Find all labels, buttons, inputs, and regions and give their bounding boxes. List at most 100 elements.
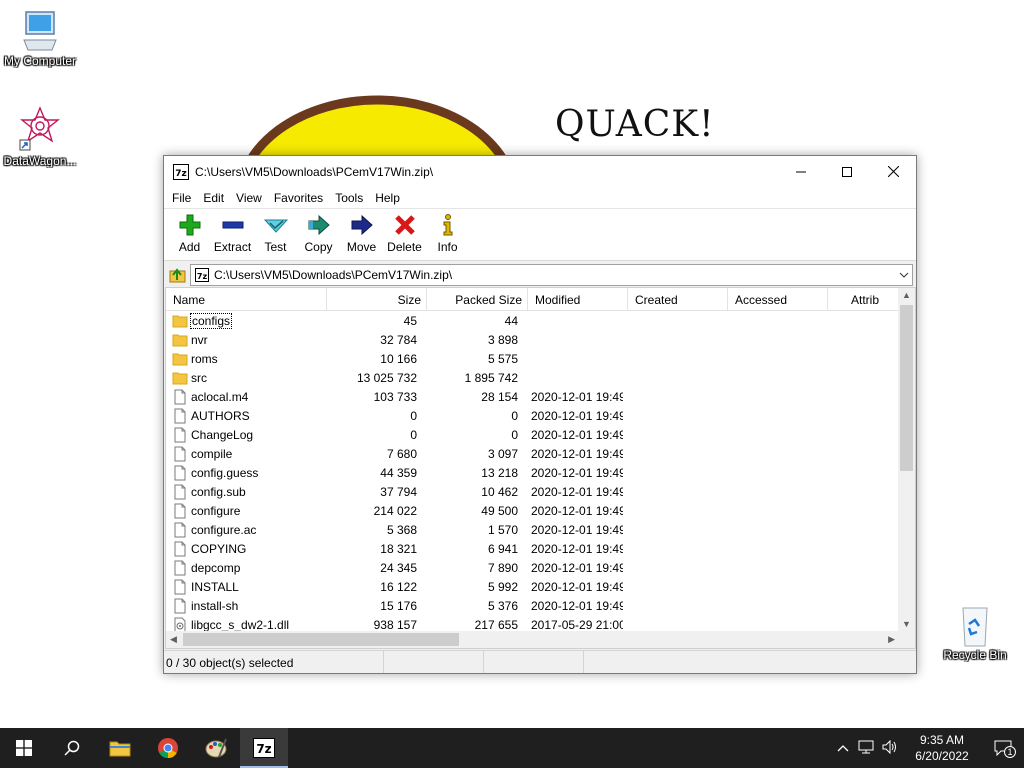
cell-name: config.guess: [166, 465, 326, 481]
chevron-down-icon[interactable]: [898, 269, 910, 281]
table-row[interactable]: aclocal.m4 103 733 28 154 2020-12-01 19:49: [166, 387, 899, 406]
move-button[interactable]: Move: [340, 213, 383, 254]
close-icon: [887, 166, 899, 177]
volume-icon[interactable]: [878, 739, 902, 757]
clock[interactable]: 9:35 AM 6/20/2022: [902, 732, 982, 764]
table-row[interactable]: AUTHORS 0 0 2020-12-01 19:49: [166, 406, 899, 425]
cell-packed-size: 217 655: [474, 617, 518, 632]
table-row[interactable]: src 13 025 732 1 895 742: [166, 368, 899, 387]
column-accessed[interactable]: Accessed: [728, 288, 828, 311]
column-size[interactable]: Size: [327, 288, 427, 311]
cell-name: COPYING: [166, 541, 326, 557]
cell-size: 18 321: [380, 541, 417, 556]
horizontal-scrollbar[interactable]: ◀ ▶: [166, 631, 899, 648]
table-row[interactable]: INSTALL 16 122 5 992 2020-12-01 19:49: [166, 577, 899, 596]
file-name: configs: [189, 312, 233, 329]
desktop-icon-datawagon[interactable]: DataWagon...: [0, 106, 80, 168]
copy-arrow-icon: [308, 214, 330, 236]
cell-modified: 2020-12-01 19:49: [531, 598, 623, 613]
copy-button[interactable]: Copy: [297, 213, 340, 254]
vertical-scroll-thumb[interactable]: [900, 305, 913, 471]
menu-view[interactable]: View: [230, 191, 268, 205]
taskbar-paint[interactable]: [192, 728, 240, 768]
desktop-icon-my-computer[interactable]: My Computer: [0, 10, 80, 68]
table-row[interactable]: roms 10 166 5 575: [166, 349, 899, 368]
extract-button[interactable]: Extract: [211, 213, 254, 254]
file-list: Name Size Packed Size Modified Created A…: [165, 287, 916, 649]
column-attrib[interactable]: Attrib: [828, 288, 881, 311]
column-name[interactable]: Name: [166, 288, 327, 311]
table-row[interactable]: configs 45 44: [166, 311, 899, 330]
table-row[interactable]: install-sh 15 176 5 376 2020-12-01 19:49: [166, 596, 899, 615]
scroll-up-arrow-icon[interactable]: ▲: [902, 290, 911, 300]
minimize-button[interactable]: [778, 156, 824, 187]
taskbar-7zip[interactable]: 7z: [240, 728, 288, 768]
status-bar: 0 / 30 object(s) selected: [164, 650, 916, 673]
cell-packed-size: 49 500: [481, 503, 518, 518]
folder-icon: [172, 315, 188, 327]
up-folder-button[interactable]: [166, 264, 190, 286]
cell-modified: 2020-12-01 19:49: [531, 560, 623, 575]
vertical-scrollbar[interactable]: ▲ ▼: [898, 288, 915, 631]
file-name: ChangeLog: [191, 427, 254, 442]
file-name: INSTALL: [191, 579, 239, 594]
close-button[interactable]: [870, 156, 916, 187]
search-button[interactable]: [48, 728, 96, 768]
maximize-icon: [842, 166, 852, 177]
scroll-left-arrow-icon[interactable]: ◀: [170, 634, 177, 645]
table-row[interactable]: config.sub 37 794 10 462 2020-12-01 19:49: [166, 482, 899, 501]
table-row[interactable]: COPYING 18 321 6 941 2020-12-01 19:49: [166, 539, 899, 558]
chevron-up-icon[interactable]: [832, 741, 854, 755]
column-packed-size[interactable]: Packed Size: [427, 288, 528, 311]
cell-name: AUTHORS: [166, 408, 326, 424]
taskbar-chrome[interactable]: [144, 728, 192, 768]
start-button[interactable]: [0, 728, 48, 768]
add-label: Add: [178, 240, 201, 254]
folder-icon: [172, 372, 188, 384]
address-field[interactable]: 7z C:\Users\VM5\Downloads\PCemV17Win.zip…: [190, 264, 913, 286]
scrollbar-corner: [898, 631, 915, 648]
table-row[interactable]: nvr 32 784 3 898: [166, 330, 899, 349]
cell-modified: 2020-12-01 19:49: [531, 503, 623, 518]
cell-name: ChangeLog: [166, 427, 326, 443]
table-row[interactable]: compile 7 680 3 097 2020-12-01 19:49: [166, 444, 899, 463]
table-row[interactable]: configure.ac 5 368 1 570 2020-12-01 19:49: [166, 520, 899, 539]
cell-modified: 2020-12-01 19:49: [531, 427, 623, 442]
horizontal-scroll-thumb[interactable]: [183, 633, 459, 646]
up-folder-icon: [169, 268, 186, 283]
delete-button[interactable]: Delete: [383, 213, 426, 254]
desktop-icon-recycle-bin[interactable]: Recycle Bin: [935, 602, 1015, 662]
cell-packed-size: 28 154: [481, 389, 518, 404]
network-icon[interactable]: [854, 740, 878, 757]
add-button[interactable]: Add: [168, 213, 211, 254]
table-row[interactable]: depcomp 24 345 7 890 2020-12-01 19:49: [166, 558, 899, 577]
clock-date: 6/20/2022: [915, 749, 969, 763]
file-name: COPYING: [191, 541, 247, 556]
cell-packed-size: 1 895 742: [464, 370, 518, 385]
cell-packed-size: 5 992: [487, 579, 518, 594]
menu-favorites[interactable]: Favorites: [268, 191, 329, 205]
scroll-right-arrow-icon[interactable]: ▶: [888, 634, 895, 645]
menu-help[interactable]: Help: [369, 191, 406, 205]
cell-modified: 2017-05-29 21:00: [531, 617, 623, 632]
table-row[interactable]: ChangeLog 0 0 2020-12-01 19:49: [166, 425, 899, 444]
test-button[interactable]: Test: [254, 213, 297, 254]
scroll-down-arrow-icon[interactable]: ▼: [902, 619, 911, 629]
table-row[interactable]: configure 214 022 49 500 2020-12-01 19:49: [166, 501, 899, 520]
table-row[interactable]: config.guess 44 359 13 218 2020-12-01 19:49: [166, 463, 899, 482]
cell-packed-size: 5 575: [487, 351, 518, 366]
maximize-button[interactable]: [824, 156, 870, 187]
column-created[interactable]: Created: [628, 288, 728, 311]
menu-tools[interactable]: Tools: [329, 191, 369, 205]
folder-icon: [172, 353, 188, 365]
window-titlebar[interactable]: 7z C:\Users\VM5\Downloads\PCemV17Win.zip…: [164, 156, 916, 187]
menu-edit[interactable]: Edit: [197, 191, 230, 205]
column-modified[interactable]: Modified: [528, 288, 628, 311]
menu-file[interactable]: File: [166, 191, 197, 205]
cell-modified: 2020-12-01 19:49: [531, 579, 623, 594]
taskbar-file-explorer[interactable]: [96, 728, 144, 768]
notification-button[interactable]: 1: [982, 740, 1024, 758]
status-cell-3: [484, 651, 584, 673]
info-button[interactable]: Info: [426, 213, 469, 254]
delete-x-icon: [394, 215, 415, 235]
